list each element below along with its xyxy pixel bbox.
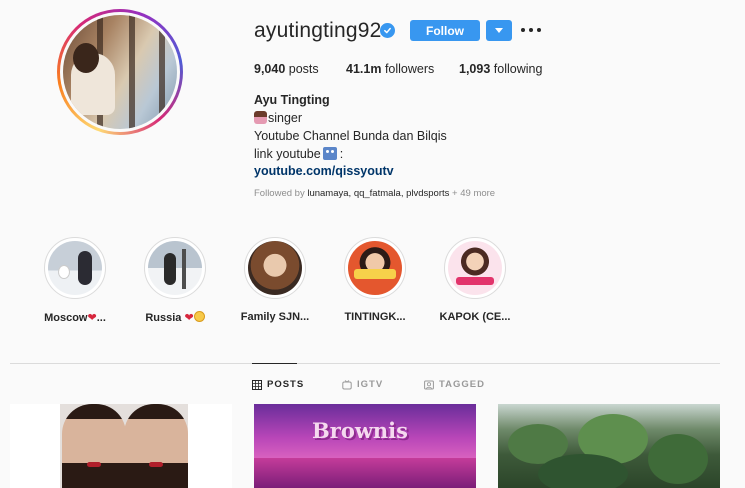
verified-badge-icon [380,23,395,38]
posts-count-label: posts [288,62,319,76]
tag-icon [424,380,434,389]
profile-avatar[interactable] [57,9,183,135]
suggested-dropdown-button[interactable] [486,20,512,41]
bio-line-channel: Youtube Channel Bunda dan Bilqis [254,129,447,143]
chevron-down-icon [495,28,503,33]
tab-igtv[interactable]: IGTV [342,379,383,390]
follow-button[interactable]: Follow [410,20,480,41]
followed-by-more: + 49 more [452,188,496,199]
avatar-photo [63,15,177,129]
tabs-divider [10,363,720,364]
followed-by-names: lunamaya, qq_fatmala, plvdsports [307,188,450,199]
highlight-russia-label: Russia ❤ [125,311,225,324]
followers-count-value: 41.1m [346,62,382,76]
tab-posts[interactable]: POSTS [252,379,304,390]
post-thumbnail-1[interactable] [10,404,232,488]
profile-username: ayutingting92 [254,19,382,42]
heart-icon: ❤ [184,312,194,324]
more-options-icon[interactable] [521,22,541,38]
profile-external-link[interactable]: youtube.com/qissyoutv [254,164,394,178]
highlight-moscow-label: Moscow❤... [25,311,125,324]
posts-count-value: 9,040 [254,62,286,76]
highlight-family-label: Family SJN... [240,311,310,323]
bio-line-youtube: link youtube: [254,147,343,161]
highlight-kapok-label: KAPOK (CE... [439,311,511,323]
post-2-banner-text: Brownis [312,418,408,443]
tab-posts-label: POSTS [267,379,305,390]
followers-count[interactable]: 41.1m followers [346,62,434,76]
highlight-tintingk-label: TINTINGK... [344,311,406,323]
highlight-russia-text: Russia [145,312,182,324]
followed-by[interactable]: Followed by lunamaya, qq_fatmala, plvdsp… [254,188,495,199]
highlight-moscow-text: Moscow [44,312,88,324]
bio-line-singer: singer [254,111,302,125]
following-count-value: 1,093 [459,62,491,76]
tab-tagged[interactable]: TAGGED [424,379,485,390]
posts-count: 9,040 posts [254,62,319,76]
following-count-label: following [493,62,543,76]
active-tab-indicator [252,363,297,364]
avatar-frame [60,12,180,132]
family-emoji-icon [322,147,337,160]
bio-singer-text: singer [268,111,303,125]
tab-igtv-label: IGTV [357,379,384,390]
highlight-kapok[interactable] [444,237,506,299]
following-count[interactable]: 1,093 following [459,62,542,76]
profile-full-name: Ayu Tingting [254,93,330,107]
followers-count-label: followers [384,62,435,76]
highlight-family[interactable] [244,237,306,299]
igtv-icon [342,379,352,389]
grid-icon [252,379,262,390]
highlight-moscow-ellipsis: ... [96,312,106,324]
bio-youtube-suffix: : [339,147,344,161]
highlight-moscow[interactable] [44,237,106,299]
post-thumbnail-3[interactable] [498,404,720,488]
post-thumbnail-2[interactable]: Brownis [254,404,476,488]
bio-youtube-text: link youtube [254,147,321,161]
highlight-tintingk[interactable] [344,237,406,299]
face-emoji-icon [193,311,205,322]
highlight-russia[interactable] [144,237,206,299]
followed-by-prefix: Followed by [254,188,305,199]
singer-emoji-icon [254,111,267,124]
tab-tagged-label: TAGGED [439,379,485,390]
heart-icon: ❤ [87,312,97,324]
